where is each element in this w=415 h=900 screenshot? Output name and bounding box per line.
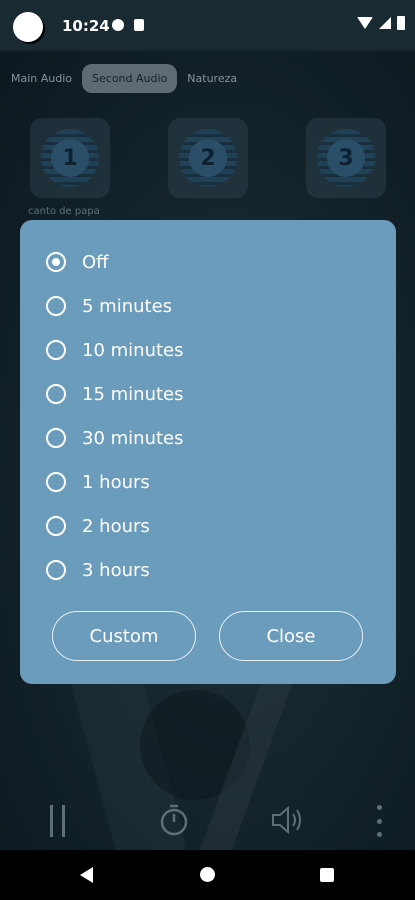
option-15-minutes[interactable]: 15 minutes — [46, 382, 184, 406]
notification-icon — [112, 19, 124, 31]
option-label: 2 hours — [82, 515, 150, 537]
option-label: 1 hours — [82, 471, 150, 493]
option-3-hours[interactable]: 3 hours — [46, 558, 150, 582]
wifi-icon — [357, 17, 373, 29]
option-label: 30 minutes — [82, 427, 184, 449]
option-10-minutes[interactable]: 10 minutes — [46, 338, 184, 362]
status-time: 10:24 — [62, 17, 110, 35]
option-label: 5 minutes — [82, 295, 173, 317]
recents-icon[interactable] — [320, 868, 334, 882]
radio-icon — [46, 428, 66, 448]
option-1-hours[interactable]: 1 hours — [46, 470, 150, 494]
custom-button[interactable]: Custom — [52, 611, 196, 661]
sleep-timer-dialog: Off 5 minutes 10 minutes 15 minutes 30 m… — [20, 220, 396, 684]
sim-card-icon — [134, 19, 144, 31]
system-nav-bar — [0, 850, 415, 900]
radio-icon — [46, 560, 66, 580]
radio-icon — [46, 296, 66, 316]
avatar — [13, 12, 43, 42]
option-label: 3 hours — [82, 559, 150, 581]
close-button[interactable]: Close — [219, 611, 363, 661]
radio-icon — [46, 252, 66, 272]
battery-icon — [397, 16, 405, 30]
back-icon[interactable] — [80, 867, 93, 883]
signal-icon — [379, 17, 391, 29]
radio-icon — [46, 340, 66, 360]
status-icons — [357, 16, 405, 30]
option-label: 10 minutes — [82, 339, 184, 361]
option-label: Off — [82, 251, 109, 273]
option-off[interactable]: Off — [46, 250, 109, 274]
option-30-minutes[interactable]: 30 minutes — [46, 426, 184, 450]
option-5-minutes[interactable]: 5 minutes — [46, 294, 172, 318]
radio-icon — [46, 472, 66, 492]
radio-icon — [46, 516, 66, 536]
option-2-hours[interactable]: 2 hours — [46, 514, 150, 538]
status-bar: 10:24 — [0, 0, 415, 52]
option-label: 15 minutes — [82, 383, 184, 405]
radio-icon — [46, 384, 66, 404]
home-icon[interactable] — [200, 867, 215, 882]
